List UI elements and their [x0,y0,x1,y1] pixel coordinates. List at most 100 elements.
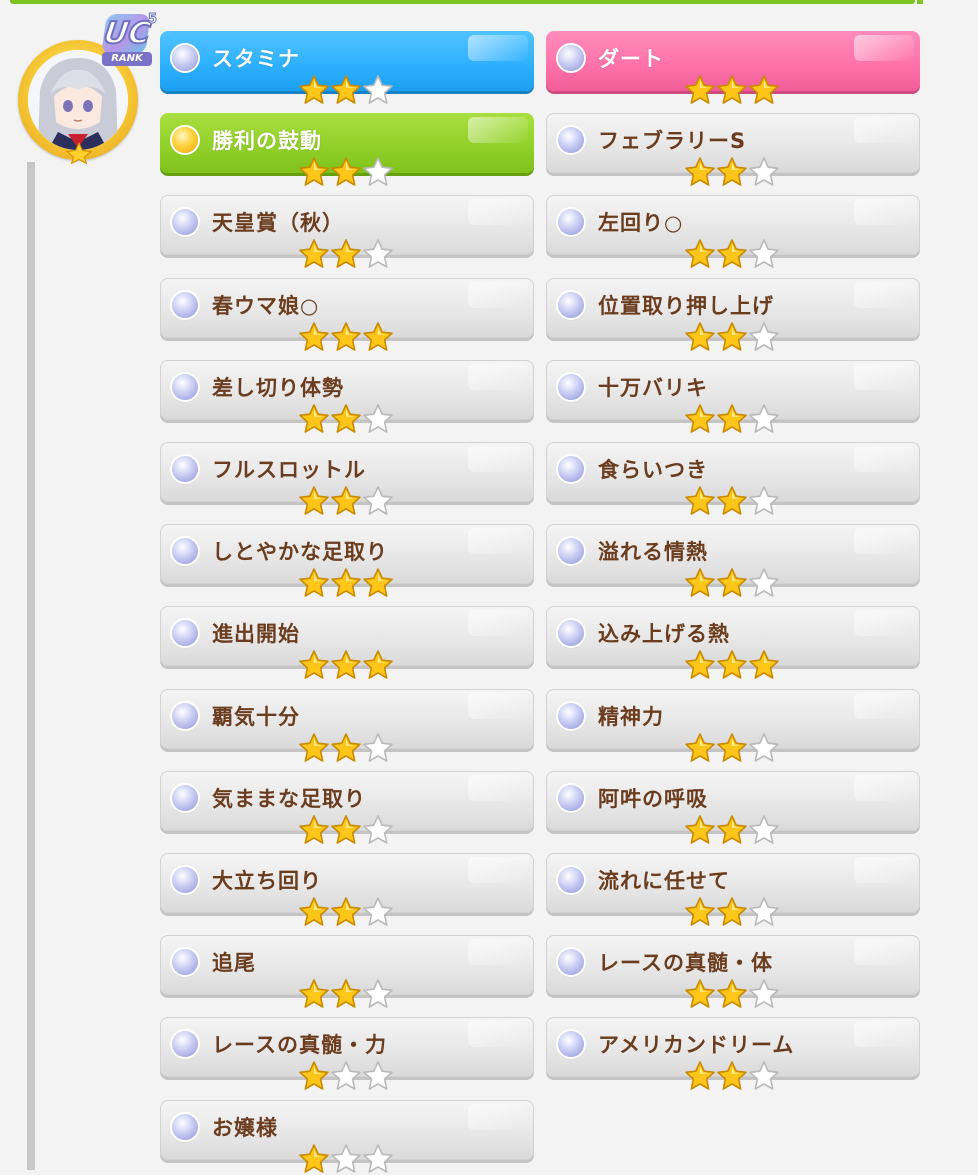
skill-orb-icon [172,209,198,235]
skill-stars [298,156,398,188]
skill-name: しとやかな足取り [212,540,388,564]
skill-card[interactable]: 精神力 [546,689,920,762]
star-filled-icon [299,486,329,515]
skill-stars [684,1060,784,1092]
star-filled-icon [685,1061,715,1090]
star-filled-icon [685,979,715,1008]
skill-card[interactable]: お嬢様 [160,1100,534,1173]
skill-card[interactable]: 溢れる情熱 [546,524,920,597]
card-shine [468,446,528,472]
star-empty-icon [749,897,779,926]
skill-card[interactable]: 食らいつき [546,442,920,515]
skill-stars [298,567,398,599]
skill-orb-icon [172,127,198,153]
skill-card[interactable]: しとやかな足取り [160,524,534,597]
skill-card[interactable]: スタミナ [160,31,534,104]
star-filled-icon [685,815,715,844]
card-shine [854,775,914,801]
skill-stars [298,1060,398,1092]
star-filled-icon [299,404,329,433]
skill-stars [298,485,398,517]
skill-card[interactable]: 覇気十分 [160,689,534,762]
skill-card[interactable]: 勝利の鼓動 [160,113,534,186]
skill-card[interactable]: 追尾 [160,935,534,1008]
star-filled-icon [717,1061,747,1090]
star-filled-icon [717,815,747,844]
star-empty-icon [363,157,393,186]
skill-name: 気ままな足取り [212,787,366,811]
skill-stars [298,732,398,764]
card-shine [468,199,528,225]
skill-card[interactable]: 天皇賞（秋） [160,195,534,268]
skill-card[interactable]: レースの真髄・力 [160,1017,534,1090]
star-empty-icon [749,979,779,1008]
skill-card[interactable]: アメリカンドリーム [546,1017,920,1090]
star-empty-icon [363,733,393,762]
skill-card[interactable]: フェブラリーS [546,113,920,186]
skill-card[interactable]: フルスロットル [160,442,534,515]
skill-name: 差し切り体勢 [212,376,344,400]
skill-card[interactable]: 阿吽の呼吸 [546,771,920,844]
skill-stars [684,732,784,764]
skill-card[interactable]: 流れに任せて [546,853,920,926]
star-empty-icon [749,322,779,351]
skill-card[interactable]: 大立ち回り [160,853,534,926]
card-shine [854,117,914,143]
star-empty-icon [363,486,393,515]
skill-card[interactable]: 位置取り押し上げ [546,278,920,351]
star-filled-icon [717,239,747,268]
star-filled-icon [717,157,747,186]
star-empty-icon [331,1061,361,1090]
star-empty-icon [363,979,393,1008]
skill-card[interactable]: 進出開始 [160,606,534,679]
skill-name: ダート [598,47,664,71]
skill-card[interactable]: ダート [546,31,920,104]
star-filled-icon [331,322,361,351]
skill-stars [684,156,784,188]
skill-card[interactable]: 差し切り体勢 [160,360,534,433]
skill-card[interactable]: 十万バリキ [546,360,920,433]
card-shine [854,939,914,965]
star-filled-icon [685,75,715,104]
card-shine [468,857,528,883]
skill-name: レースの真髄・体 [598,951,773,975]
star-filled-icon [331,404,361,433]
card-shine [854,364,914,390]
skill-name: お嬢様 [212,1116,278,1140]
skill-stars [684,896,784,928]
star-filled-icon [299,1061,329,1090]
skill-orb-icon [172,456,198,482]
star-filled-icon [685,650,715,679]
star-filled-icon [331,815,361,844]
skill-card[interactable]: レースの真髄・体 [546,935,920,1008]
skill-card[interactable]: 春ウマ娘○ [160,278,534,351]
skill-orb-icon [558,456,584,482]
skill-orb-icon [172,703,198,729]
skill-orb-icon [558,127,584,153]
card-shine [468,1021,528,1047]
star-filled-icon [363,650,393,679]
star-filled-icon [331,568,361,597]
skill-orb-icon [172,867,198,893]
star-filled-icon [299,815,329,844]
star-filled-icon [717,650,747,679]
skill-card[interactable]: 込み上げる熱 [546,606,920,679]
star-filled-icon [717,322,747,351]
star-filled-icon [363,568,393,597]
skill-card[interactable]: 左回り○ [546,195,920,268]
star-empty-icon [749,568,779,597]
star-empty-icon [749,815,779,844]
skill-orb-icon [172,1114,198,1140]
star-filled-icon [363,322,393,351]
skill-orb-icon [558,45,584,71]
skill-card[interactable]: 気ままな足取り [160,771,534,844]
skill-name: フルスロットル [212,458,366,482]
skill-orb-icon [558,209,584,235]
skill-name: 食らいつき [598,458,708,482]
skill-name: 阿吽の呼吸 [598,787,708,811]
skill-name: 春ウマ娘○ [212,294,320,318]
star-filled-icon [299,568,329,597]
card-shine [854,446,914,472]
skill-orb-icon [172,1031,198,1057]
star-empty-icon [363,815,393,844]
